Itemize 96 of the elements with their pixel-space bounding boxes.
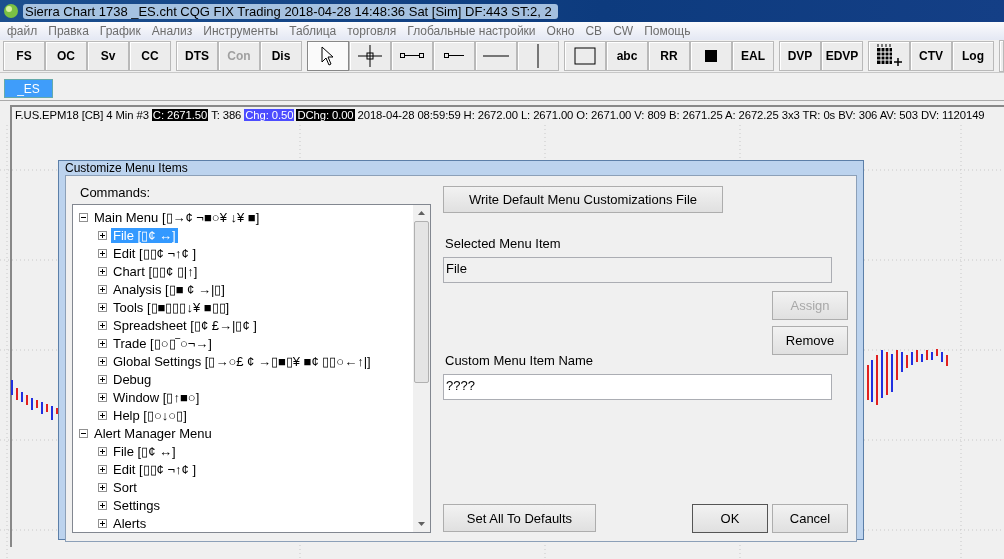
menu-item[interactable]: Глобальные настройки xyxy=(403,24,543,38)
price-bars-drawing xyxy=(11,379,58,421)
tree-item[interactable]: Alert Manager Menu xyxy=(92,425,214,441)
menu-item[interactable]: Таблица xyxy=(285,24,344,38)
quote-field: F.US.EPM18 [CB] 4 Min #3 xyxy=(14,109,150,121)
menu-item[interactable]: CW xyxy=(609,24,641,38)
quote-field: 2018-04-28 08:59:59 H: 2672.00 L: 2671.00 O: 2671.00 V: 809 B: 2671.25 A: 2672.25 3x3 TR: 0s BV: 306 AV: 503 DV: 1120149 xyxy=(356,109,986,121)
tool-button[interactable] xyxy=(690,41,732,71)
toolbar-button[interactable]: DVP xyxy=(779,41,821,71)
toolbar-button[interactable]: Sv xyxy=(87,41,129,71)
tool-button[interactable] xyxy=(391,41,433,71)
quote-field: DChg: 0.00 xyxy=(296,109,355,121)
expander-icon[interactable] xyxy=(98,392,107,402)
tree-item[interactable]: Edit [▯▯¢ ¬↑¢ ] xyxy=(111,461,198,477)
write-defaults-button[interactable]: Write Default Menu Customizations File xyxy=(443,186,723,213)
rectangle-icon xyxy=(574,47,596,65)
expander-icon[interactable] xyxy=(98,374,107,384)
crosshair-icon xyxy=(357,44,383,68)
scroll-down-icon[interactable] xyxy=(418,522,425,526)
expander-icon[interactable] xyxy=(79,212,88,222)
toolbar-button[interactable]: CTV xyxy=(910,41,952,71)
expander-icon[interactable] xyxy=(98,230,107,240)
dialog-title: Customize Menu Items xyxy=(65,161,188,175)
toolbar-button[interactable]: EDVP xyxy=(821,41,863,71)
expander-icon[interactable] xyxy=(79,428,88,438)
tree-item[interactable]: Analysis [▯■ ¢ →|▯] xyxy=(111,281,227,297)
filled-square-icon xyxy=(705,50,717,62)
ok-button[interactable]: OK xyxy=(692,504,768,533)
tree-item[interactable]: Global Settings [▯→○£ ¢ →▯■▯¥ ■¢ ▯▯○←↑|] xyxy=(111,353,373,369)
expander-icon[interactable] xyxy=(98,500,107,510)
toolbar-button[interactable]: CC xyxy=(129,41,171,71)
expander-icon[interactable] xyxy=(98,446,107,456)
menu-item[interactable]: файл xyxy=(3,24,45,38)
toolbar-button[interactable]: OC xyxy=(45,41,87,71)
tool-button[interactable] xyxy=(433,41,475,71)
window-title: Sierra Chart 1738 _ES.cht CQG FIX Trading 2018-04-28 14:48:36 Sat [Sim] DF:443 ST:2, 2 xyxy=(23,3,558,19)
expander-icon[interactable] xyxy=(98,320,107,330)
expander-icon[interactable] xyxy=(98,482,107,492)
grid-plus-icon xyxy=(876,44,902,68)
toolbar-button[interactable]: EAL xyxy=(732,41,774,71)
tree-item[interactable]: Spreadsheet [▯¢ £→|▯¢ ] xyxy=(111,317,259,333)
menu-item[interactable]: Правка xyxy=(44,24,96,38)
toolbar-button[interactable]: abc xyxy=(606,41,648,71)
tree-item[interactable]: Trade [▯○▯‾○¬→] xyxy=(111,335,214,351)
quote-field: Chg: 0.50 xyxy=(244,109,295,121)
cancel-button[interactable]: Cancel xyxy=(772,504,848,533)
tree-item[interactable]: Edit [▯▯¢ ¬↑¢ ] xyxy=(111,245,198,261)
tool-button[interactable] xyxy=(868,41,910,71)
custom-name-field[interactable]: ???? xyxy=(443,374,832,400)
vertical-line-icon xyxy=(536,44,540,68)
quote-field: C: 2671.50 xyxy=(151,109,209,121)
set-defaults-button[interactable]: Set All To Defaults xyxy=(443,504,596,532)
scroll-up-icon[interactable] xyxy=(418,211,425,215)
tree-item[interactable]: Chart [▯▯¢ ▯|↑] xyxy=(111,263,200,279)
menu-item[interactable]: Анализ xyxy=(147,24,200,38)
menu-item[interactable]: CB xyxy=(581,24,610,38)
tree-item[interactable]: Sort xyxy=(111,479,139,495)
tree-item[interactable]: File [▯¢ ↔] xyxy=(111,443,178,459)
tree-item[interactable]: Help [▯○↓○▯] xyxy=(111,407,189,423)
selected-item-field[interactable]: File xyxy=(443,257,832,283)
expander-icon[interactable] xyxy=(98,266,107,276)
selected-item-label: Selected Menu Item xyxy=(445,236,562,251)
tree-item[interactable]: Window [▯↑■○] xyxy=(111,389,202,405)
expander-icon[interactable] xyxy=(98,338,107,348)
toolbar-button[interactable]: RR xyxy=(648,41,690,71)
tree-item[interactable]: Tools [▯■▯▯▯↓¥ ■▯▯] xyxy=(111,299,232,315)
commands-label: Commands: xyxy=(80,185,152,200)
expander-icon[interactable] xyxy=(98,248,107,258)
custom-name-label: Custom Menu Item Name xyxy=(445,353,595,368)
menu-item[interactable]: Инструменты xyxy=(199,24,286,38)
toolbar-button[interactable]: Dis xyxy=(260,41,302,71)
expander-icon[interactable] xyxy=(98,356,107,366)
pointer-icon xyxy=(321,46,335,66)
toolbar-button[interactable]: DTS xyxy=(176,41,218,71)
menu-item[interactable]: торговля xyxy=(343,24,404,38)
line-segment-icon xyxy=(400,52,424,60)
quote-field: T: 386 xyxy=(210,109,243,121)
menu-item[interactable]: Окно xyxy=(542,24,582,38)
expander-icon[interactable] xyxy=(98,464,107,474)
toolbar-button[interactable]: Log xyxy=(952,41,994,71)
expander-icon[interactable] xyxy=(98,410,107,420)
expander-icon[interactable] xyxy=(98,302,107,312)
app-logo-icon xyxy=(3,3,19,19)
menu-item[interactable]: Помощь xyxy=(640,24,698,38)
tree-item[interactable]: Settings xyxy=(111,497,162,513)
tree-item[interactable]: Debug xyxy=(111,371,154,387)
horizontal-line-icon xyxy=(483,54,509,58)
expander-icon[interactable] xyxy=(98,518,107,528)
remove-button[interactable]: Remove xyxy=(772,326,848,355)
tree-item[interactable]: Main Menu [▯→¢ ¬■○¥ ↓¥ ■] xyxy=(92,209,262,225)
menu-item[interactable]: График xyxy=(95,24,148,38)
toolbar-button[interactable]: FS xyxy=(3,41,45,71)
tree-item[interactable]: Alerts xyxy=(111,515,149,531)
scrollbar[interactable] xyxy=(413,205,430,532)
ray-line-icon xyxy=(444,52,464,60)
expander-icon[interactable] xyxy=(98,284,107,294)
